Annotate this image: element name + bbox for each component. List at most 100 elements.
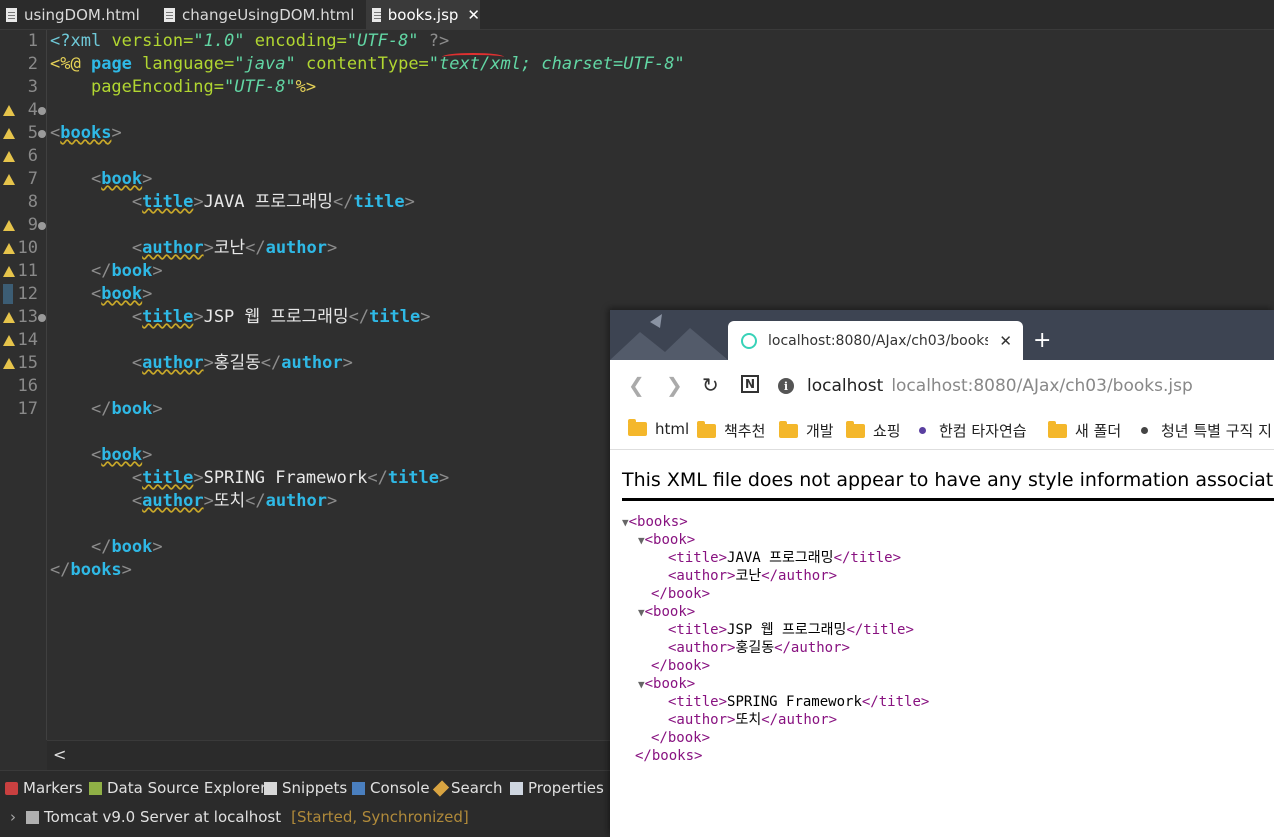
site-icon <box>1141 427 1148 434</box>
xml-node-books-close: </books> <box>635 748 703 764</box>
browser-tab-strip: localhost:8080/AJax/ch03/books.jsp ✕ + <box>610 310 1274 360</box>
line-number: 2 <box>27 54 38 74</box>
new-tab-button[interactable]: + <box>1033 328 1051 353</box>
tab-label: usingDOM.html <box>24 6 140 24</box>
bookmark-hancom[interactable]: 한컴 타자연습 <box>919 420 1027 441</box>
xml-node-books[interactable]: ▼<books> <box>622 513 688 531</box>
tab-snippets[interactable]: Snippets <box>264 777 347 799</box>
warning-icon[interactable] <box>3 151 15 162</box>
console-icon <box>352 781 365 795</box>
tab-usingdom[interactable]: usingDOM.html <box>0 0 150 30</box>
folder-icon <box>846 420 865 438</box>
snippets-icon <box>264 781 277 795</box>
code-line-10: <author>코난</author> <box>131 238 338 258</box>
expand-chevron-icon[interactable]: › <box>10 808 16 826</box>
tab-search[interactable]: Search <box>432 777 503 799</box>
bookmark-dev[interactable]: 개발 <box>779 420 834 441</box>
folder-icon <box>779 420 798 438</box>
search-icon <box>432 779 450 797</box>
warning-icon[interactable] <box>3 243 15 254</box>
address-bar[interactable]: i localhost localhost:8080/AJax/ch03/boo… <box>778 374 1274 398</box>
tab-changeusingdom[interactable]: changeUsingDOM.html <box>158 0 358 30</box>
collapse-triangle-icon: ▼ <box>622 516 629 529</box>
properties-icon <box>510 781 523 795</box>
current-line-marker <box>3 284 13 304</box>
line-number: 17 <box>17 399 38 419</box>
folder-icon <box>628 419 647 436</box>
collapse-triangle-icon: ▼ <box>638 534 645 547</box>
warning-icon[interactable] <box>3 266 15 277</box>
fold-icon[interactable] <box>38 222 46 230</box>
warning-icon[interactable] <box>3 105 15 116</box>
line-number: 3 <box>27 77 38 97</box>
warning-icon[interactable] <box>3 128 15 139</box>
bookmark-new-folder[interactable]: 새 폴더 <box>1048 420 1121 441</box>
code-line-19: <book> <box>90 445 153 465</box>
tab-label: Search <box>451 779 503 797</box>
line-number: 8 <box>27 192 38 212</box>
warning-icon[interactable] <box>3 220 15 231</box>
scroll-left-icon[interactable]: < <box>53 745 66 764</box>
tab-properties[interactable]: Properties <box>510 777 604 799</box>
warning-icon[interactable] <box>3 358 15 369</box>
bookmark-youth-job[interactable]: 청년 특별 구직 지 <box>1141 420 1272 441</box>
fold-icon[interactable] <box>38 107 46 115</box>
code-line-8: <title>JAVA 프로그래밍</title> <box>131 192 415 212</box>
xml-node-book-close: </book> <box>651 586 711 602</box>
xml-node-title: <title>JSP 웹 프로그래밍</title> <box>668 622 914 638</box>
xml-node-book[interactable]: ▼<book> <box>638 603 695 621</box>
page-content: This XML file does not appear to have an… <box>610 451 1274 837</box>
code-line-3: pageEncoding="UTF-8"%> <box>90 77 317 97</box>
server-row[interactable]: › Tomcat v9.0 Server at localhost [Start… <box>0 805 469 829</box>
code-line-7: <book> <box>90 169 153 189</box>
code-line-17: </book> <box>90 399 163 419</box>
tab-label: Console <box>370 779 430 797</box>
notion-extension-icon[interactable]: N <box>741 375 759 393</box>
folder-icon <box>697 420 716 438</box>
server-icon <box>26 810 39 824</box>
close-icon[interactable]: ✕ <box>467 6 480 24</box>
bookmarks-bar: html 책추천 개발 쇼핑 한컴 타자연습 새 폴더 청년 특별 구직 지 <box>610 410 1274 450</box>
site-icon <box>919 427 926 434</box>
tab-data-source-explorer[interactable]: Data Source Explorer <box>89 777 266 799</box>
browser-tab-active[interactable]: localhost:8080/AJax/ch03/books.jsp ✕ <box>728 321 1023 360</box>
divider <box>622 498 1274 501</box>
code-line-20: <title>SPRING Framework</title> <box>131 468 450 488</box>
folder-icon <box>1048 420 1067 438</box>
forward-icon[interactable]: ❯ <box>666 373 683 397</box>
xml-node-book[interactable]: ▼<book> <box>638 531 695 549</box>
bookmark-book[interactable]: 책추천 <box>697 420 765 441</box>
fold-icon[interactable] <box>38 130 46 138</box>
bookmark-shopping[interactable]: 쇼핑 <box>846 420 901 441</box>
code-line-21: <author>또치</author> <box>131 491 338 511</box>
browser-toolbar: ❮ ❯ ↻ N i localhost localhost:8080/AJax/… <box>610 360 1274 410</box>
line-number: 1 <box>27 31 38 51</box>
jsp-file-icon <box>372 8 381 22</box>
fold-icon[interactable] <box>38 314 46 322</box>
xml-node-book-close: </book> <box>651 730 711 746</box>
close-tab-icon[interactable]: ✕ <box>999 332 1012 350</box>
code-line-13: <title>JSP 웹 프로그래밍</title> <box>131 307 431 327</box>
html-file-icon <box>6 8 17 22</box>
xml-node-title: <title>SPRING Framework</title> <box>668 694 930 710</box>
warning-icon[interactable] <box>3 174 15 185</box>
bookmark-html[interactable]: html <box>628 419 689 438</box>
code-line-1: <?xml version="1.0" encoding="UTF-8" ?> <box>50 31 450 51</box>
tab-console[interactable]: Console <box>352 777 430 799</box>
html-file-icon <box>164 8 175 22</box>
tab-label: Data Source Explorer <box>107 779 267 797</box>
markers-icon <box>5 781 18 795</box>
url-text: localhost:8080/AJax/ch03/books.jsp <box>891 376 1193 396</box>
tab-books-jsp[interactable]: books.jsp ✕ <box>366 0 480 30</box>
database-icon <box>89 781 102 795</box>
warning-icon[interactable] <box>3 312 15 323</box>
xml-node-book[interactable]: ▼<book> <box>638 675 695 693</box>
tab-markers[interactable]: Markers <box>5 777 83 799</box>
info-icon[interactable]: i <box>778 378 794 394</box>
xml-node-title: <title>JAVA 프로그래밍</title> <box>668 550 901 566</box>
warning-icon[interactable] <box>3 335 15 346</box>
reload-icon[interactable]: ↻ <box>702 373 719 397</box>
code-line-23: </book> <box>90 537 163 557</box>
tab-label: Snippets <box>282 779 348 797</box>
back-icon[interactable]: ❮ <box>628 373 645 397</box>
